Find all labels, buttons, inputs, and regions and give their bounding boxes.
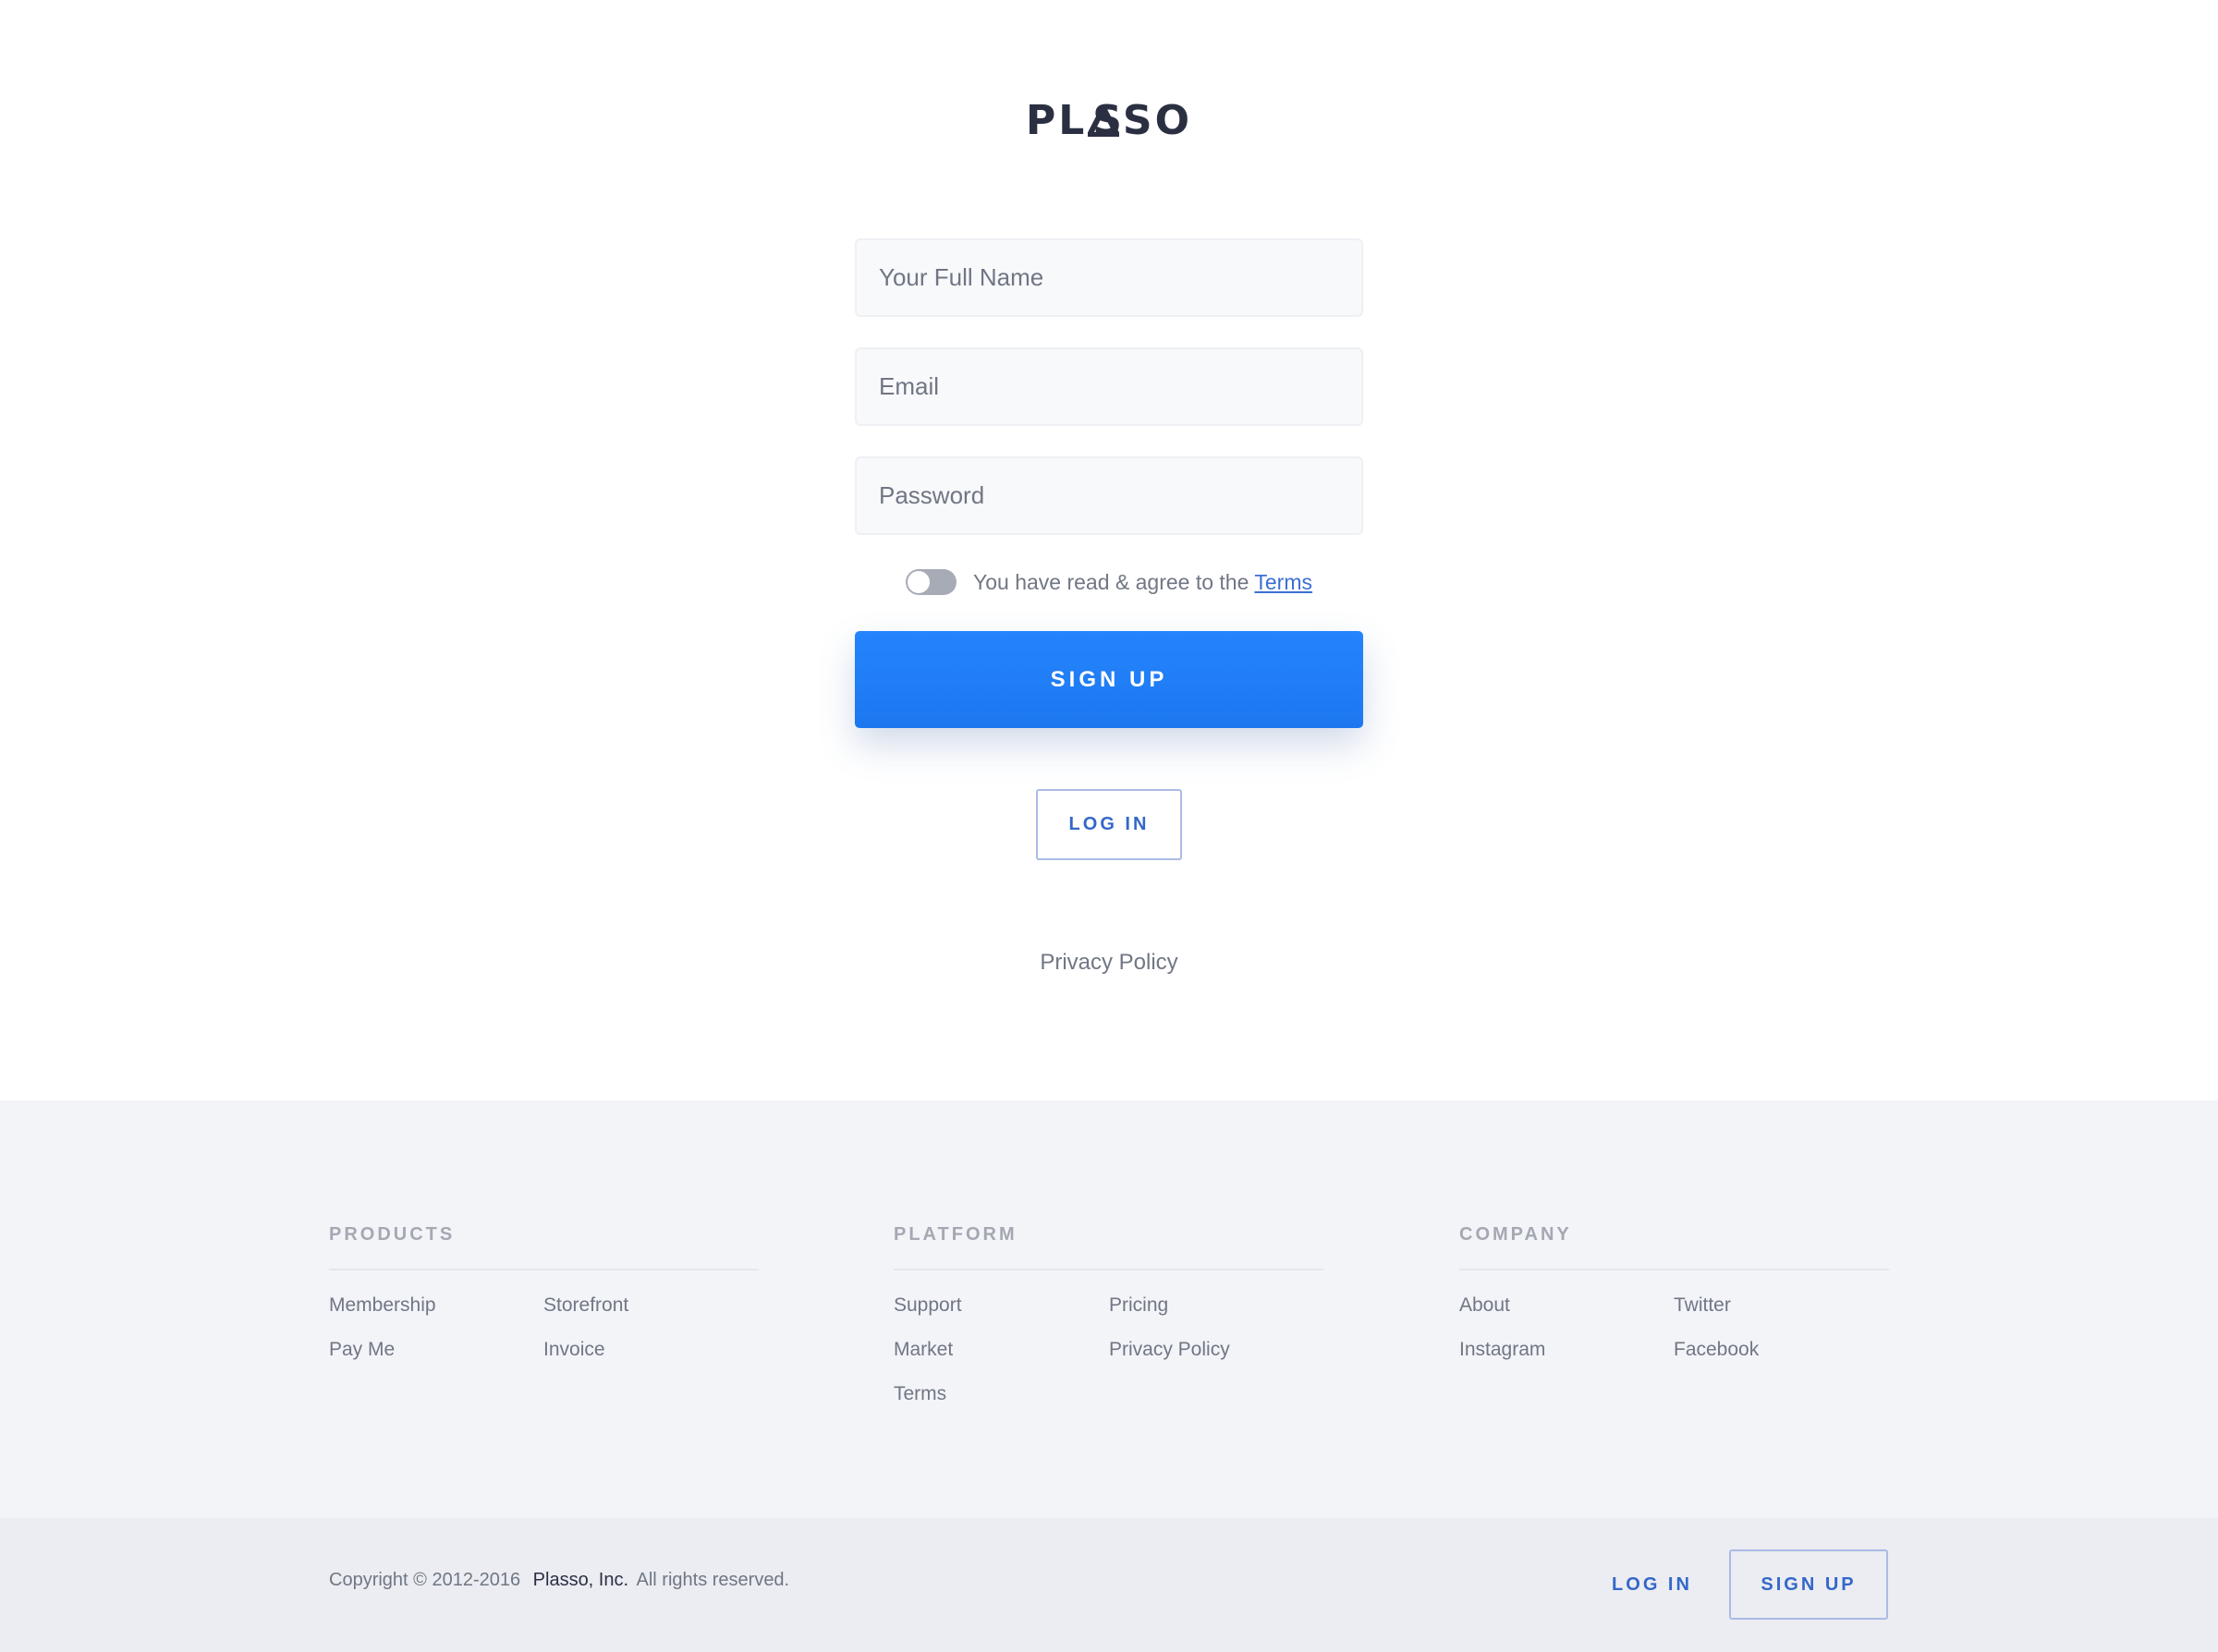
sign-up-button[interactable]: SIGN UP <box>855 631 1363 728</box>
footer-link-market[interactable]: Market <box>894 1339 953 1361</box>
email-input[interactable] <box>879 372 1361 401</box>
terms-link[interactable]: Terms <box>1254 570 1312 595</box>
triangle-a-icon <box>1088 103 1120 137</box>
copyright-suffix: All rights reserved. <box>636 1570 790 1590</box>
toggle-knob <box>908 571 930 593</box>
terms-toggle[interactable] <box>906 569 957 595</box>
footer-link-pay-me[interactable]: Pay Me <box>329 1339 395 1361</box>
footer-link-privacy-policy[interactable]: Privacy Policy <box>1109 1339 1230 1361</box>
footer-column-products: PRODUCTS Membership Storefront Pay Me In… <box>329 1224 759 1433</box>
footer-column-company: COMPANY About Twitter Instagram Facebook <box>1459 1224 1889 1433</box>
footer-link-twitter[interactable]: Twitter <box>1674 1294 1731 1317</box>
footer-column-platform: PLATFORM Support Pricing Market Privacy … <box>894 1224 1323 1433</box>
email-field[interactable] <box>855 347 1363 426</box>
footer-link-support[interactable]: Support <box>894 1294 962 1317</box>
footer-link-membership[interactable]: Membership <box>329 1294 436 1317</box>
logo-text-left: PL <box>1026 96 1088 144</box>
password-input[interactable] <box>879 481 1361 510</box>
full-name-input[interactable] <box>879 263 1361 292</box>
footer-link-facebook[interactable]: Facebook <box>1674 1339 1759 1361</box>
footer-heading: COMPANY <box>1459 1224 1889 1270</box>
plasso-logo[interactable]: PL SSO <box>1026 97 1192 144</box>
terms-text: You have read & agree to the <box>973 569 1249 594</box>
terms-agreement: You have read & agree to the Terms <box>906 565 1312 599</box>
signup-section: PL SSO You have read & agree to the Term… <box>0 0 2218 1100</box>
footer-links: Support Pricing Market Privacy Policy Te… <box>894 1294 1323 1433</box>
footer-heading: PRODUCTS <box>329 1224 759 1270</box>
footer-link-pricing[interactable]: Pricing <box>1109 1294 1168 1317</box>
log-in-button[interactable]: LOG IN <box>1036 789 1182 860</box>
footer-link-terms[interactable]: Terms <box>894 1383 946 1405</box>
copyright-notice: Copyright © 2012-2016 Plasso, Inc. All r… <box>329 1570 789 1591</box>
footer: PRODUCTS Membership Storefront Pay Me In… <box>0 1100 2218 1518</box>
signup-page: PL SSO You have read & agree to the Term… <box>0 0 2218 1652</box>
full-name-field[interactable] <box>855 238 1363 317</box>
footer-link-instagram[interactable]: Instagram <box>1459 1339 1545 1361</box>
footer-links: About Twitter Instagram Facebook <box>1459 1294 1889 1433</box>
footer-links: Membership Storefront Pay Me Invoice <box>329 1294 759 1433</box>
footer-heading: PLATFORM <box>894 1224 1323 1270</box>
footer-bottom-bar: Copyright © 2012-2016 Plasso, Inc. All r… <box>0 1518 2218 1652</box>
footer-sign-up-button[interactable]: SIGN UP <box>1729 1549 1888 1620</box>
footer-link-storefront[interactable]: Storefront <box>543 1294 628 1317</box>
privacy-policy-link[interactable]: Privacy Policy <box>1017 950 1201 981</box>
footer-link-invoice[interactable]: Invoice <box>543 1339 605 1361</box>
footer-log-in-button[interactable]: LOG IN <box>1590 1549 1714 1620</box>
copyright-prefix: Copyright © 2012-2016 <box>329 1570 521 1590</box>
copyright-company: Plasso, Inc. <box>532 1570 629 1590</box>
footer-link-about[interactable]: About <box>1459 1294 1510 1317</box>
password-field[interactable] <box>855 456 1363 535</box>
